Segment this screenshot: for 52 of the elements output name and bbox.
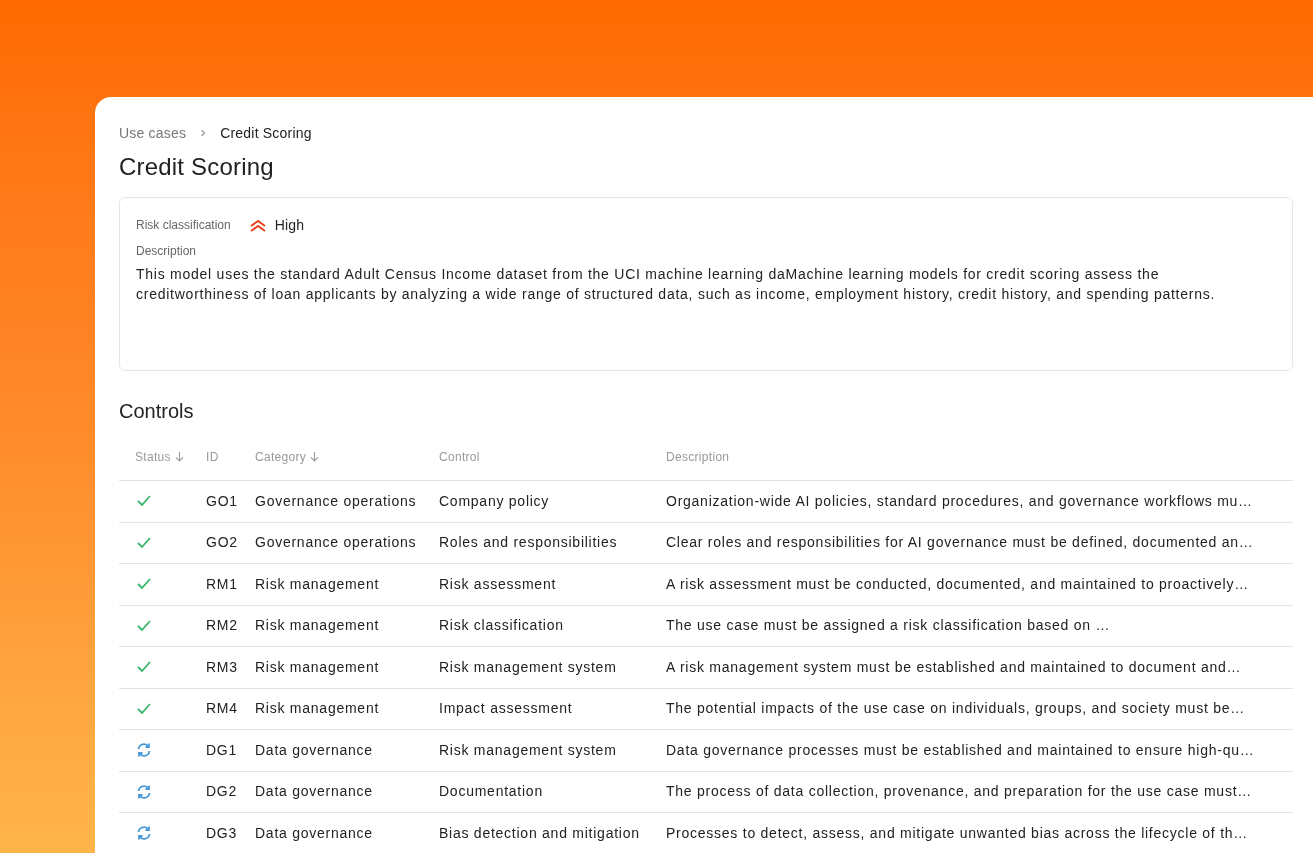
description-cell: Clear roles and responsibilities for AI governance must be defined, documented an… [666,534,1254,551]
page-title: Credit Scoring [119,152,275,182]
column-header[interactable]: Category [255,447,307,466]
sort-arrow-icon[interactable] [310,451,320,462]
control-cell: Risk management system [439,741,617,758]
id-cell: GO2 [206,534,238,551]
column-header[interactable]: Status [135,447,171,466]
description-cell: Data governance processes must be established and maintained to ensure high-qu… [666,741,1255,758]
description-cell: Organization-wide AI policies, standard procedures, and governance workflows mu… [666,492,1253,509]
description-cell: A risk assessment must be conducted, documented, and maintained to proactively… [666,575,1249,592]
category-cell: Risk management [255,658,380,675]
category-cell: Risk management [255,700,380,717]
id-cell: GO1 [206,492,238,509]
description-cell: The use case must be assigned a risk classification based on … [666,617,1111,634]
id-cell: RM4 [206,700,238,717]
description-text: This model uses the standard Adult Census Income dataset from the UCI machine learning daMachine learning models for credit scoring assess the creditworthiness of loan applicants by analyzing a wide range of structured data, such as income, employment history, credit history, and spending patterns. [136,265,1217,304]
control-cell: Risk classification [439,617,564,634]
breadcrumb-link[interactable]: Use cases [119,122,187,144]
description-cell: The process of data collection, provenance, and preparation for the use case must… [666,783,1253,800]
category-cell: Data governance [255,741,373,758]
control-cell: Risk management system [439,658,617,675]
description-cell: The potential impacts of the use case on individuals, groups, and society must be… [666,700,1245,717]
section-title: Controls [119,399,195,424]
control-cell: Documentation [439,783,543,800]
field-label: Description [136,243,198,260]
description-cell: Processes to detect, assess, and mitigate unwanted bias across the lifecycle of th… [666,824,1249,841]
control-cell: Bias detection and mitigation [439,824,640,841]
category-cell: Data governance [255,783,373,800]
column-header: Control [439,448,480,466]
id-cell: DG2 [206,783,238,800]
breadcrumb-current: Credit Scoring [220,123,312,143]
id-cell: DG1 [206,741,238,758]
control-cell: Impact assessment [439,700,573,717]
description-cell: A risk management system must be established and maintained to document and… [666,658,1242,675]
field-label: Risk classification [136,217,231,234]
id-cell: RM3 [206,658,238,675]
category-cell: Governance operations [255,534,417,551]
id-cell: RM2 [206,617,238,634]
control-cell: Roles and responsibilities [439,534,618,551]
control-cell: Risk assessment [439,575,557,592]
column-header: Description [666,448,730,466]
category-cell: Risk management [255,575,380,592]
category-cell: Governance operations [255,492,417,509]
chevron-right-icon [200,129,207,137]
category-cell: Risk management [255,617,380,634]
control-cell: Company policy [439,492,550,509]
category-cell: Data governance [255,824,373,841]
risk-value: High [274,215,305,235]
id-cell: RM1 [206,575,238,592]
id-cell: DG3 [206,824,238,841]
column-header: ID [206,448,219,466]
sort-arrow-icon[interactable] [174,451,184,462]
